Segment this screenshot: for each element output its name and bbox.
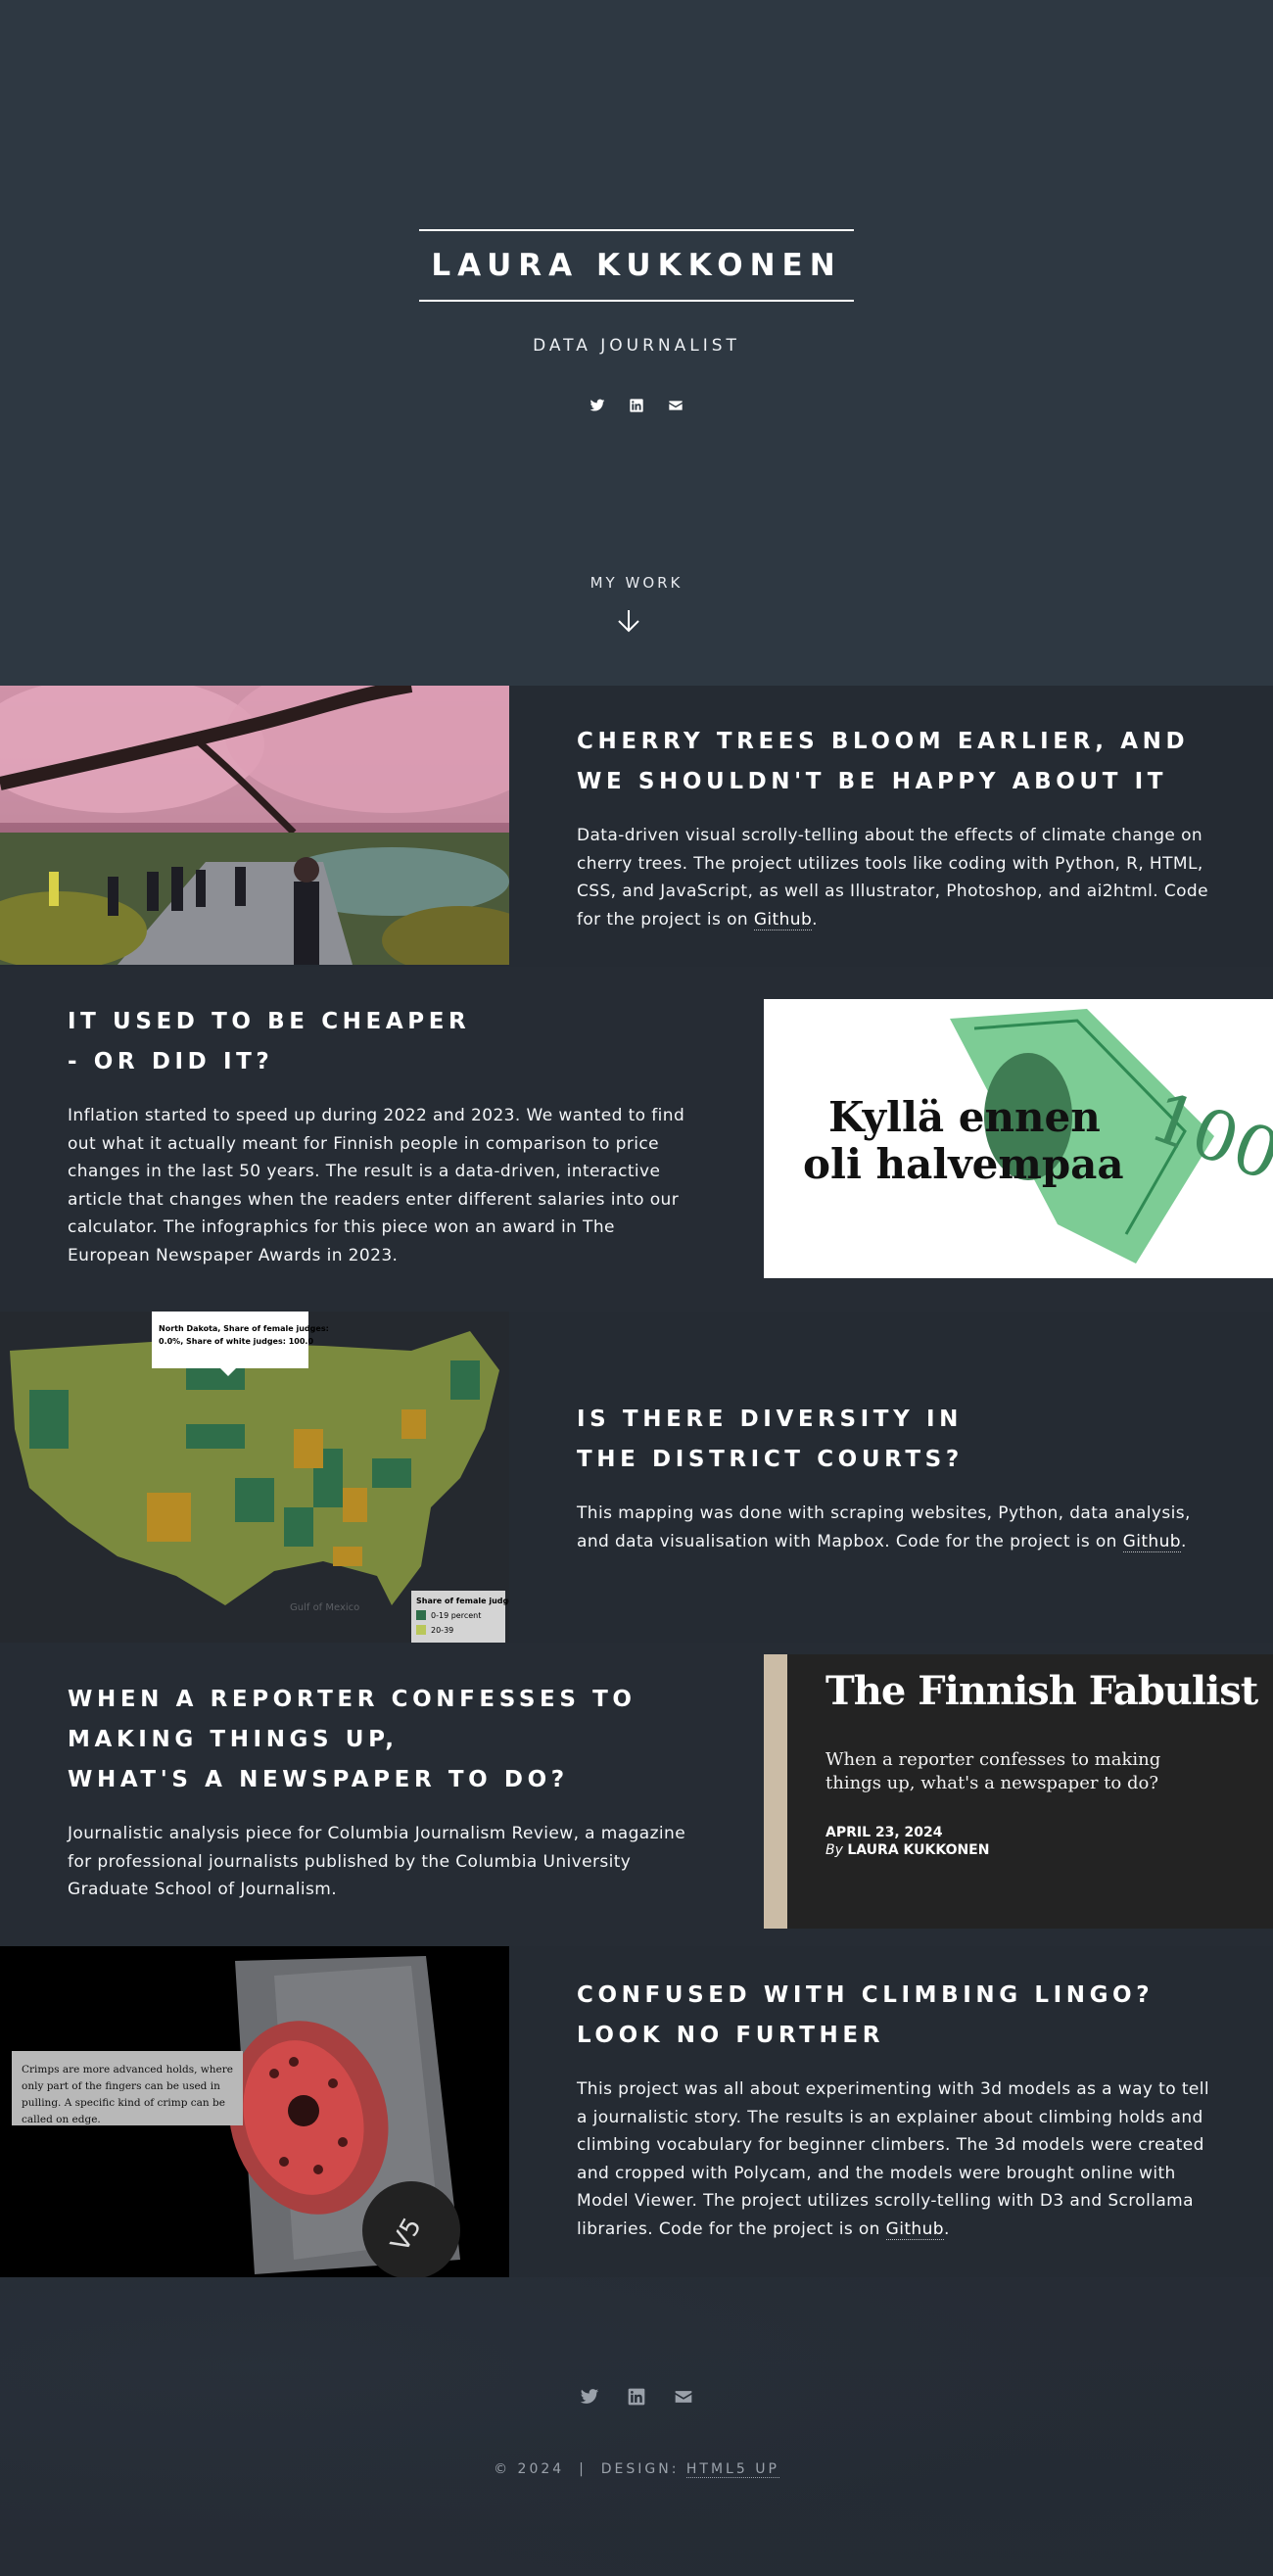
social-links	[0, 396, 1273, 415]
site-subtitle: DATA JOURNALIST	[533, 336, 740, 356]
my-work-link[interactable]: MY WORK	[0, 574, 1273, 592]
cherry-trees-content: CHERRY TREES BLOOM EARLIER, AND WE SHOUL…	[577, 722, 1213, 933]
district-courts-content: IS THERE DIVERSITY IN THE DISTRICT COURT…	[577, 1400, 1213, 1555]
image-masthead: The Finnish Fabulist	[825, 1668, 1258, 1714]
district-courts-map[interactable]: North Dakota, Share of female judges: 0.…	[0, 1312, 509, 1643]
image-caption: Crimps are more advanced holds, where on…	[22, 2064, 234, 2125]
image-byline: By LAURA KUKKONEN	[825, 1842, 990, 1858]
project-description: This project was all about experimenting…	[577, 2079, 1209, 2240]
github-link[interactable]: Github	[885, 2218, 944, 2240]
twitter-icon[interactable]	[580, 2387, 599, 2407]
twitter-icon[interactable]	[588, 396, 607, 415]
banner: LAURA KUKKONEN DATA JOURNALIST MY WORK	[0, 0, 1273, 686]
map-legend-item: 0-19 percent	[431, 1611, 481, 1620]
fabulist-content: WHEN A REPORTER CONFESSES TO MAKING THIN…	[68, 1680, 694, 1904]
climbing-image[interactable]: V5 Crimps are more advanced holds, where…	[0, 1946, 509, 2277]
footer: © 2024 | DESIGN: HTML5 UP	[0, 2277, 1273, 2576]
linkedin-icon[interactable]	[627, 396, 646, 415]
project-description: Journalistic analysis piece for Columbia…	[68, 1824, 686, 1899]
site-title: LAURA KUKKONEN	[419, 229, 854, 302]
image-headline-line2: oli halvempaa	[803, 1140, 1124, 1188]
map-tooltip-line2: 0.0%, Share of white judges: 100.0	[159, 1337, 313, 1346]
map-legend-item: 20-39	[431, 1626, 453, 1635]
cherry-trees-image[interactable]	[0, 686, 509, 965]
cheaper-image[interactable]: 100 Kyllä ennen oli halvempaa	[764, 999, 1273, 1278]
linkedin-icon[interactable]	[627, 2387, 646, 2407]
climbing-content: CONFUSED WITH CLIMBING LINGO? LOOK NO FU…	[577, 1976, 1213, 2243]
project-title: WHEN A REPORTER CONFESSES TO MAKING THIN…	[68, 1687, 636, 1792]
image-headline-line1: Kyllä ennen	[828, 1093, 1101, 1141]
project-cherry-trees: CHERRY TREES BLOOM EARLIER, AND WE SHOUL…	[0, 686, 1273, 967]
image-date: APRIL 23, 2024	[825, 1825, 943, 1840]
map-sea-label: Gulf of Mexico	[290, 1602, 359, 1613]
github-link[interactable]: Github	[753, 909, 813, 930]
github-link[interactable]: Github	[1122, 1531, 1181, 1552]
arrow-down-icon[interactable]	[615, 607, 642, 635]
project-title: IS THERE DIVERSITY IN THE DISTRICT COURT…	[577, 1407, 964, 1472]
project-description: Inflation started to speed up during 202…	[68, 1106, 685, 1265]
copyright: © 2024 | DESIGN: HTML5 UP	[494, 2461, 779, 2478]
project-climbing-lingo: V5 Crimps are more advanced holds, where…	[0, 1946, 1273, 2277]
html5up-link[interactable]: HTML5 UP	[685, 2461, 779, 2478]
project-title: IT USED TO BE CHEAPER - OR DID IT?	[68, 1009, 471, 1074]
project-description: This mapping was done with scraping webs…	[577, 1503, 1191, 1552]
footer-social-links	[0, 2387, 1273, 2407]
project-finnish-fabulist: WHEN A REPORTER CONFESSES TO MAKING THIN…	[0, 1643, 1273, 1946]
project-title: CHERRY TREES BLOOM EARLIER, AND WE SHOUL…	[577, 729, 1190, 794]
cheaper-content: IT USED TO BE CHEAPER - OR DID IT? Infla…	[68, 1002, 694, 1269]
envelope-icon[interactable]	[674, 2387, 693, 2407]
project-district-courts: North Dakota, Share of female judges: 0.…	[0, 1312, 1273, 1643]
fabulist-image[interactable]: The Finnish Fabulist When a reporter con…	[764, 1654, 1273, 1929]
project-description: Data-driven visual scrolly-telling about…	[577, 826, 1208, 930]
project-cheaper: IT USED TO BE CHEAPER - OR DID IT? Infla…	[0, 967, 1273, 1312]
map-tooltip-line1: North Dakota, Share of female judges:	[159, 1324, 329, 1333]
envelope-icon[interactable]	[666, 396, 685, 415]
project-title: CONFUSED WITH CLIMBING LINGO? LOOK NO FU…	[577, 1982, 1155, 2048]
image-headline: When a reporter confesses to making thin…	[825, 1749, 1161, 1793]
map-legend-title: Share of female judges	[416, 1597, 509, 1605]
